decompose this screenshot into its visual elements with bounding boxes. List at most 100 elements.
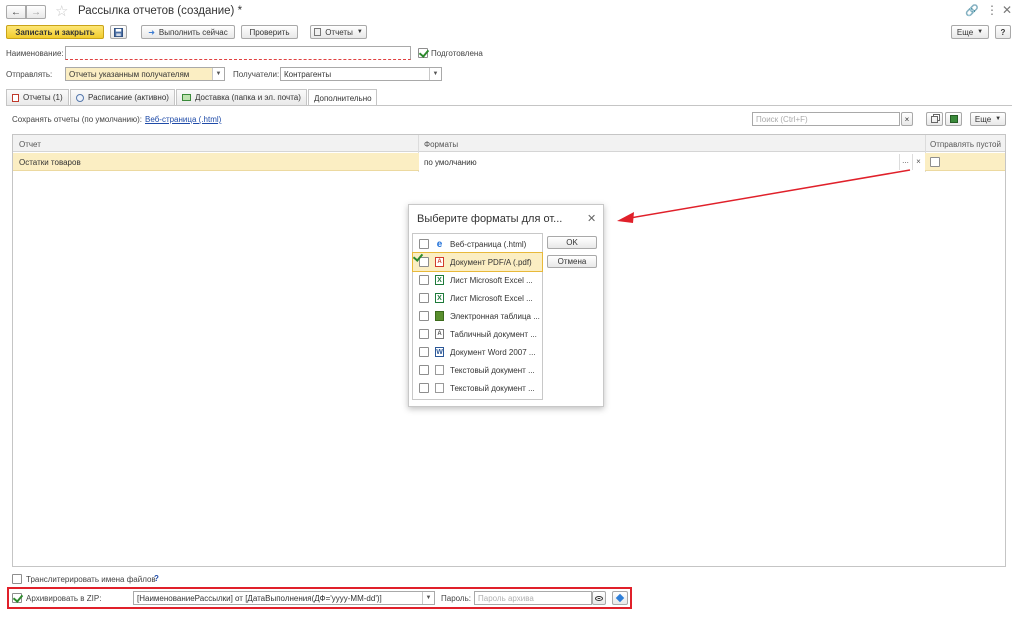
transliterate-checkbox[interactable]	[12, 574, 22, 584]
pdf-icon: A	[435, 257, 444, 267]
tab-underline	[6, 105, 1012, 106]
tab-reports-label: Отчеты (1)	[23, 93, 63, 102]
save-default-label: Сохранять отчеты (по умолчанию):	[12, 115, 142, 124]
table-doc-icon: A	[435, 329, 444, 339]
close-icon[interactable]: ✕	[587, 212, 596, 225]
format-label: Электронная таблица ...	[450, 311, 540, 321]
favorite-star-icon[interactable]: ☆	[55, 2, 68, 20]
annotation-arrow	[617, 169, 911, 223]
excel-icon: X	[435, 293, 444, 303]
save-button[interactable]	[110, 25, 127, 39]
format-checkbox[interactable]	[419, 239, 429, 249]
format-checkbox[interactable]	[419, 383, 429, 393]
format-label: Лист Microsoft Excel ...	[450, 293, 533, 303]
format-label: Текстовый документ ...	[450, 383, 535, 393]
list-item[interactable]: A Документ PDF/A (.pdf)	[412, 252, 543, 272]
list-item[interactable]: X Лист Microsoft Excel ...	[413, 271, 542, 289]
send-empty-checkbox[interactable]	[930, 157, 940, 167]
format-label: Табличный документ ...	[450, 329, 537, 339]
eye-icon	[595, 595, 603, 601]
forward-button[interactable]: →	[26, 5, 46, 19]
tab-reports[interactable]: Отчеты (1)	[6, 89, 69, 105]
panel-more-button[interactable]: Еще ▼	[970, 112, 1006, 126]
list-item[interactable]: Текстовый документ ...	[413, 361, 542, 379]
format-label: Веб-страница (.html)	[450, 239, 527, 249]
save-default-link[interactable]: Веб-страница (.html)	[145, 115, 221, 124]
panel-more-label: Еще	[974, 114, 992, 124]
tab-delivery[interactable]: Доставка (папка и эл. почта)	[176, 89, 307, 105]
format-label: Документ PDF/A (.pdf)	[450, 257, 532, 267]
help-button[interactable]: ?	[995, 25, 1011, 39]
list-item[interactable]: e Веб-страница (.html)	[413, 235, 542, 253]
format-checkbox[interactable]	[419, 293, 429, 303]
arrow-right-icon: →	[31, 6, 41, 18]
more-button[interactable]: Еще ▼	[951, 25, 989, 39]
list-item[interactable]: X Лист Microsoft Excel ...	[413, 289, 542, 307]
column-header-formats[interactable]: Форматы	[424, 140, 458, 149]
chevron-down-icon: ▼	[995, 116, 1002, 122]
send-select[interactable]: Отчеты указанным получателям ▼	[65, 67, 225, 81]
text-doc-icon	[435, 383, 444, 393]
cancel-button[interactable]: Отмена	[547, 255, 597, 268]
more-label: Еще	[956, 27, 974, 37]
format-checkbox[interactable]	[419, 311, 429, 321]
password-action-button[interactable]	[612, 591, 628, 605]
format-checkbox[interactable]	[419, 329, 429, 339]
reports-menu-button[interactable]: Отчеты ▼	[310, 25, 367, 39]
chevron-down-icon: ▼	[977, 29, 984, 35]
floppy-icon	[114, 27, 123, 37]
link-icon[interactable]: 🔗	[965, 4, 979, 17]
format-checkbox[interactable]	[419, 347, 429, 357]
format-list: e Веб-страница (.html) A Документ PDF/A …	[412, 233, 543, 400]
format-checkbox[interactable]	[419, 365, 429, 375]
list-item[interactable]: Текстовый документ ...	[413, 379, 542, 397]
run-now-button[interactable]: ➜ Выполнить сейчас	[141, 25, 235, 39]
show-password-button[interactable]	[592, 591, 606, 605]
password-placeholder: Пароль архива	[478, 593, 534, 603]
edit-list-button[interactable]	[945, 112, 962, 126]
zip-checkbox[interactable]	[12, 593, 22, 603]
list-item[interactable]: A Табличный документ ...	[413, 325, 542, 343]
chevron-down-icon[interactable]: ▼	[212, 68, 224, 80]
list-item[interactable]: W Документ Word 2007 ...	[413, 343, 542, 361]
help-question-icon[interactable]: ?	[154, 574, 159, 583]
clock-icon	[76, 93, 84, 102]
tab-additional-label: Дополнительно	[314, 93, 372, 103]
recipients-value: Контрагенты	[284, 69, 332, 79]
tab-additional[interactable]: Дополнительно	[308, 89, 377, 106]
prepared-checkbox[interactable]	[418, 48, 428, 58]
prepared-label: Подготовлена	[431, 49, 483, 58]
chevron-down-icon[interactable]: ▼	[422, 592, 434, 604]
save-and-close-label: Записать и закрыть	[15, 27, 95, 37]
clear-search-button[interactable]: ×	[901, 112, 913, 126]
format-checkbox[interactable]	[419, 257, 429, 267]
list-item[interactable]: Электронная таблица ...	[413, 307, 542, 325]
reports-label: Отчеты	[325, 27, 353, 37]
name-input[interactable]	[65, 46, 411, 60]
chevron-down-icon[interactable]: ▼	[429, 68, 441, 80]
zip-filename-value: [НаименованиеРассылки] от [ДатаВыполнени…	[137, 593, 382, 603]
close-window-icon[interactable]: ✕	[1002, 3, 1012, 17]
copy-button[interactable]	[926, 112, 943, 126]
back-button[interactable]: ←	[6, 5, 26, 19]
recipients-label: Получатели:	[233, 70, 280, 79]
column-header-report[interactable]: Отчет	[19, 140, 41, 149]
report-doc-icon	[314, 28, 322, 36]
save-and-close-button[interactable]: Записать и закрыть	[6, 25, 104, 39]
tab-schedule[interactable]: Расписание (активно)	[70, 89, 175, 105]
check-button[interactable]: Проверить	[241, 25, 298, 39]
menu-dots-icon[interactable]: ⋮	[986, 3, 998, 17]
password-input[interactable]: Пароль архива	[474, 591, 592, 605]
format-checkbox[interactable]	[419, 275, 429, 285]
recipients-select[interactable]: Контрагенты ▼	[280, 67, 442, 81]
copy-icon	[931, 115, 938, 123]
column-header-send-empty[interactable]: Отправлять пустой	[930, 140, 1001, 149]
arrow-left-icon: ←	[11, 6, 21, 18]
search-input[interactable]: Поиск (Ctrl+F)	[752, 112, 900, 126]
send-value: Отчеты указанным получателям	[69, 69, 190, 79]
zip-filename-input[interactable]: [НаименованиеРассылки] от [ДатаВыполнени…	[133, 591, 435, 605]
play-arrow-icon: ➜	[148, 27, 155, 37]
excel-icon: X	[435, 275, 444, 285]
ok-button[interactable]: OK	[547, 236, 597, 249]
ok-label: OK	[566, 238, 578, 247]
